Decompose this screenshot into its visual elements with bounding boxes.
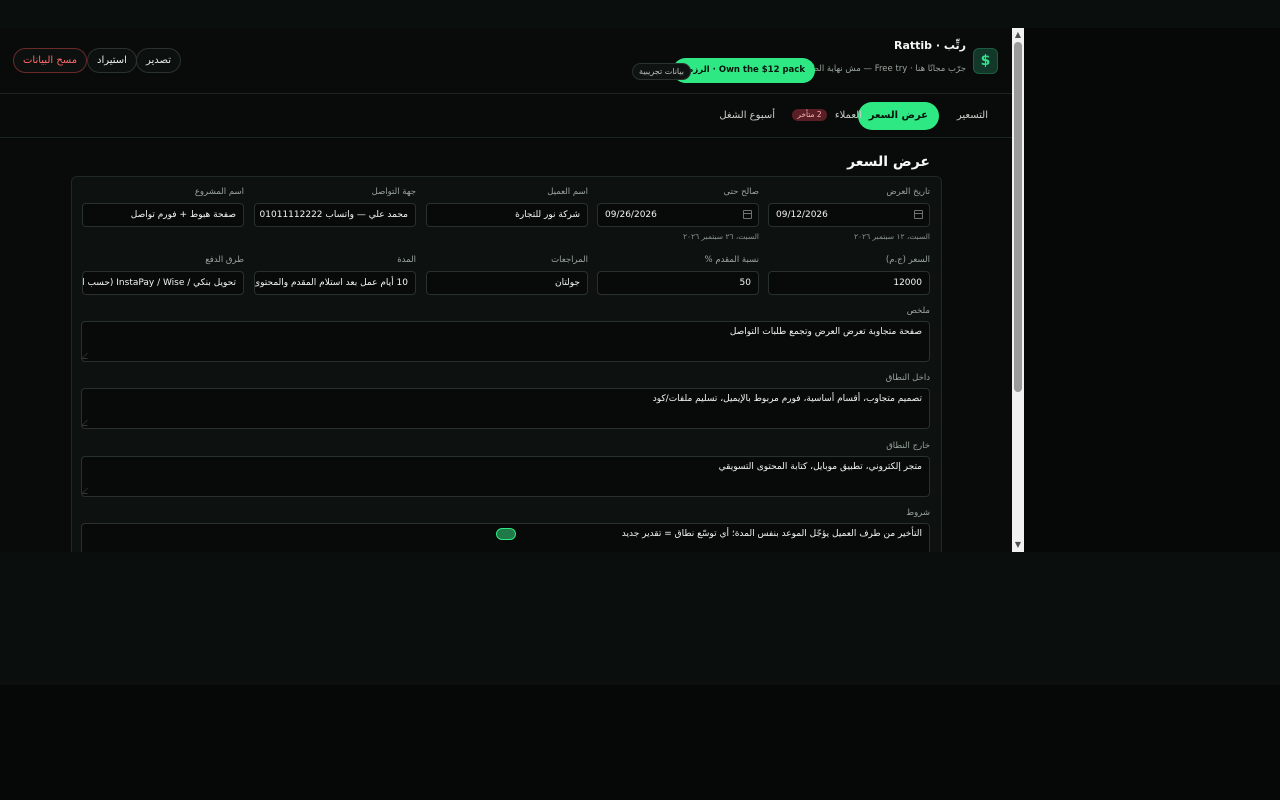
vertical-scrollbar[interactable]: ▲ ▼ — [1012, 28, 1024, 552]
clear-data-button[interactable]: مسح البيانات — [13, 48, 88, 73]
in-scope-textarea[interactable]: تصميم متجاوب، أقسام أساسية، فورم مربوط ب… — [81, 388, 930, 429]
out-scope-label: خارج النطاق — [886, 441, 930, 451]
price-field: السعر (ج.م) 12000 — [768, 255, 930, 295]
valid-until-value: 09/26/2026 — [605, 210, 657, 220]
tab-bar: التسعير عرض السعر العملاء 2 متأخر أسبوع … — [0, 94, 1012, 138]
valid-until-input[interactable]: 09/26/2026 — [597, 203, 759, 227]
offer-date-hint: السبت، ١٢ سبتمبر ٢٠٢٦ — [853, 232, 930, 241]
resize-handle-icon[interactable] — [82, 353, 93, 359]
client-name-label: اسم العميل — [547, 187, 588, 197]
summary-label: ملخص — [906, 306, 930, 316]
in-scope-field: داخل النطاق تصميم متجاوب، أقسام أساسية، … — [81, 373, 930, 431]
summary-text: صفحة متجاوبة تعرض العرض وتجمع طلبات التو… — [729, 327, 922, 337]
revisions-field: المراجعات جولتان — [426, 255, 588, 295]
calendar-icon[interactable] — [743, 210, 752, 219]
scroll-thumb[interactable] — [1014, 42, 1022, 392]
export-button[interactable]: تصدير — [136, 48, 182, 73]
in-scope-text: تصميم متجاوب، أقسام أساسية، فورم مربوط ب… — [652, 394, 922, 404]
deposit-input[interactable]: 50 — [597, 271, 759, 295]
terms-text: التأخير من طرف العميل يؤجّل الموعد بنفس … — [621, 529, 922, 539]
tab-pricing[interactable]: التسعير — [957, 102, 988, 130]
project-name-field: اسم المشروع صفحة هبوط + فورم تواصل — [82, 187, 244, 227]
project-name-label: اسم المشروع — [194, 187, 244, 197]
duration-field: المدة 10 أيام عمل بعد استلام المقدم والم… — [254, 255, 416, 295]
contact-label: جهة التواصل — [371, 187, 416, 197]
out-scope-text: متجر إلكتروني، تطبيق موبايل، كتابة المحت… — [718, 462, 922, 472]
dollar-icon: $ — [973, 48, 998, 74]
buy-pack-button[interactable]: Own the $12 pack · الرزمة — [672, 58, 815, 83]
app-header: $ رتِّب · Rattib جرّب مجانًا هنا · Free … — [0, 28, 1012, 94]
valid-until-label: صالح حتى — [723, 187, 760, 197]
page: $ رتِّب · Rattib جرّب مجانًا هنا · Free … — [0, 28, 1012, 552]
calendar-icon[interactable] — [914, 210, 923, 219]
duration-label: المدة — [397, 255, 416, 265]
scroll-up-icon[interactable]: ▲ — [1012, 28, 1024, 42]
browser-viewport: $ رتِّب · Rattib جرّب مجانًا هنا · Free … — [0, 28, 1024, 552]
section-title: عرض السعر — [847, 154, 930, 170]
revisions-label: المراجعات — [551, 255, 588, 265]
payment-methods-field: طرق الدفع تحويل بنكي / InstaPay / Wise (… — [82, 255, 244, 295]
client-name-field: اسم العميل شركة نور للتجارة — [426, 187, 588, 227]
bottom-band — [0, 552, 1280, 685]
price-input[interactable]: 12000 — [768, 271, 930, 295]
demo-data-badge: بيانات تجريبية — [632, 63, 691, 80]
top-band — [0, 0, 1280, 28]
out-scope-textarea[interactable]: متجر إلكتروني، تطبيق موبايل، كتابة المحت… — [81, 456, 930, 497]
tagline: جرّب مجانًا هنا · Free try — مش نهاية ال… — [798, 64, 966, 74]
valid-until-field: صالح حتى 09/26/2026 السبت، ٢٦ سبتمبر ٢٠٢… — [597, 187, 759, 249]
offer-date-input[interactable]: 09/12/2026 — [768, 203, 930, 227]
quote-form-card: تاريخ العرض 09/12/2026 السبت، ١٢ سبتمبر … — [71, 176, 942, 552]
tab-clients[interactable]: العملاء 2 متأخر — [792, 102, 862, 130]
client-name-input[interactable]: شركة نور للتجارة — [426, 203, 588, 227]
scroll-down-icon[interactable]: ▼ — [1012, 538, 1024, 552]
tab-quote[interactable]: عرض السعر — [857, 102, 939, 130]
price-label: السعر (ج.م) — [885, 255, 930, 265]
contact-input[interactable]: محمد علي — واتساب 01011112222 — [254, 203, 416, 227]
tab-clients-label: العملاء — [834, 110, 862, 121]
deposit-label: نسبة المقدم % — [704, 255, 759, 265]
offer-date-label: تاريخ العرض — [886, 187, 930, 197]
import-button[interactable]: استيراد — [87, 48, 137, 73]
summary-textarea[interactable]: صفحة متجاوبة تعرض العرض وتجمع طلبات التو… — [81, 321, 930, 362]
tab-work-week[interactable]: أسبوع الشغل — [719, 102, 775, 130]
out-scope-field: خارج النطاق متجر إلكتروني، تطبيق موبايل،… — [81, 441, 930, 499]
payment-methods-label: طرق الدفع — [205, 255, 244, 265]
summary-field: ملخص صفحة متجاوبة تعرض العرض وتجمع طلبات… — [81, 306, 930, 364]
offer-date-field: تاريخ العرض 09/12/2026 السبت، ١٢ سبتمبر … — [768, 187, 930, 249]
in-scope-label: داخل النطاق — [885, 373, 930, 383]
revisions-input[interactable]: جولتان — [426, 271, 588, 295]
app-title: رتِّب · Rattib — [893, 39, 966, 52]
offer-date-value: 09/12/2026 — [776, 210, 828, 220]
terms-label: شروط — [906, 508, 930, 518]
valid-until-hint: السبت، ٢٦ سبتمبر ٢٠٢٦ — [682, 232, 759, 241]
project-name-input[interactable]: صفحة هبوط + فورم تواصل — [82, 203, 244, 227]
resize-handle-icon[interactable] — [82, 488, 93, 494]
deposit-field: نسبة المقدم % 50 — [597, 255, 759, 295]
duration-input[interactable]: 10 أيام عمل بعد استلام المقدم والمحتوى — [254, 271, 416, 295]
payment-methods-input[interactable]: تحويل بنكي / InstaPay / Wise (حسب الاتفا… — [82, 271, 244, 295]
contact-field: جهة التواصل محمد علي — واتساب 0101111222… — [254, 187, 416, 227]
toggle-switch[interactable] — [496, 528, 516, 540]
overdue-badge: 2 متأخر — [792, 109, 827, 121]
resize-handle-icon[interactable] — [82, 420, 93, 426]
